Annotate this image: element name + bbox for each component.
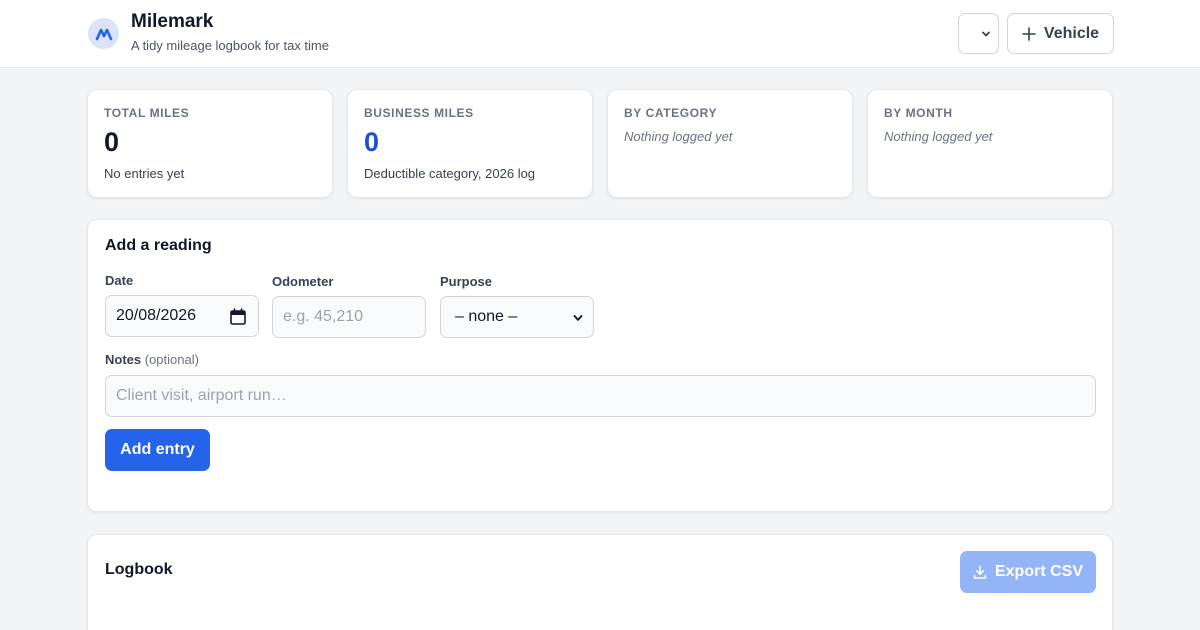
by-month-label: BY MONTH [884, 106, 953, 120]
plus-icon [1022, 26, 1036, 41]
total-miles-label: TOTAL MILES [104, 106, 190, 120]
logbook-title: Logbook [105, 561, 173, 578]
business-miles-value: 0 [364, 127, 380, 157]
date-input[interactable]: 20/08/2026 [105, 295, 259, 337]
notes-optional-hint: (optional) [144, 352, 199, 367]
logbook-card: Logbook Export CSV [87, 534, 1113, 630]
notes-label: Notes (optional) [105, 352, 199, 367]
by-category-label: BY CATEGORY [624, 106, 718, 120]
vehicle-select[interactable] [958, 13, 999, 54]
date-label: Date [105, 273, 134, 288]
chevron-down-icon [573, 315, 583, 321]
add-vehicle-label: Vehicle [1043, 24, 1100, 42]
add-reading-card: Add a reading Date 20/08/2026 Odometer e… [87, 219, 1113, 512]
export-csv-label: Export CSV [994, 563, 1083, 580]
by-category-empty: Nothing logged yet [624, 129, 733, 144]
business-miles-label: BUSINESS MILES [364, 106, 474, 120]
add-entry-label: Add entry [120, 441, 195, 458]
by-month-card: BY MONTH Nothing logged yet [867, 89, 1113, 198]
odometer-label: Odometer [272, 274, 334, 289]
total-miles-card: TOTAL MILES 0 No entries yet [87, 89, 333, 198]
odometer-placeholder: e.g. 45,210 [283, 308, 364, 325]
total-miles-caption: No entries yet [104, 166, 185, 181]
odometer-input[interactable]: e.g. 45,210 [272, 296, 426, 338]
add-vehicle-button[interactable]: Vehicle [1007, 13, 1114, 54]
download-icon [973, 565, 987, 579]
date-value: 20/08/2026 [116, 307, 197, 324]
export-csv-button[interactable]: Export CSV [960, 551, 1096, 593]
notes-placeholder: Client visit, airport run… [116, 387, 287, 404]
notes-input[interactable]: Client visit, airport run… [105, 375, 1096, 417]
by-category-card: BY CATEGORY Nothing logged yet [607, 89, 853, 198]
business-miles-card: BUSINESS MILES 0 Deductible category, 20… [347, 89, 593, 198]
business-miles-caption: Deductible category, 2026 log [364, 166, 536, 181]
app-header: Milemark A tidy mileage logbook for tax … [0, 0, 1200, 68]
app-tagline: A tidy mileage logbook for tax time [131, 38, 329, 53]
chevron-down-icon [982, 31, 990, 36]
purpose-select[interactable]: – none – [440, 296, 594, 338]
notes-label-text: Notes [105, 352, 142, 367]
app-title: Milemark [131, 11, 214, 32]
purpose-label: Purpose [440, 274, 493, 289]
purpose-value: – none – [455, 308, 518, 325]
add-reading-title: Add a reading [105, 237, 212, 254]
add-entry-button[interactable]: Add entry [105, 429, 210, 471]
total-miles-value: 0 [104, 127, 120, 157]
by-month-empty: Nothing logged yet [884, 129, 993, 144]
calendar-icon[interactable] [230, 308, 246, 325]
milemark-logo-icon [88, 18, 119, 49]
